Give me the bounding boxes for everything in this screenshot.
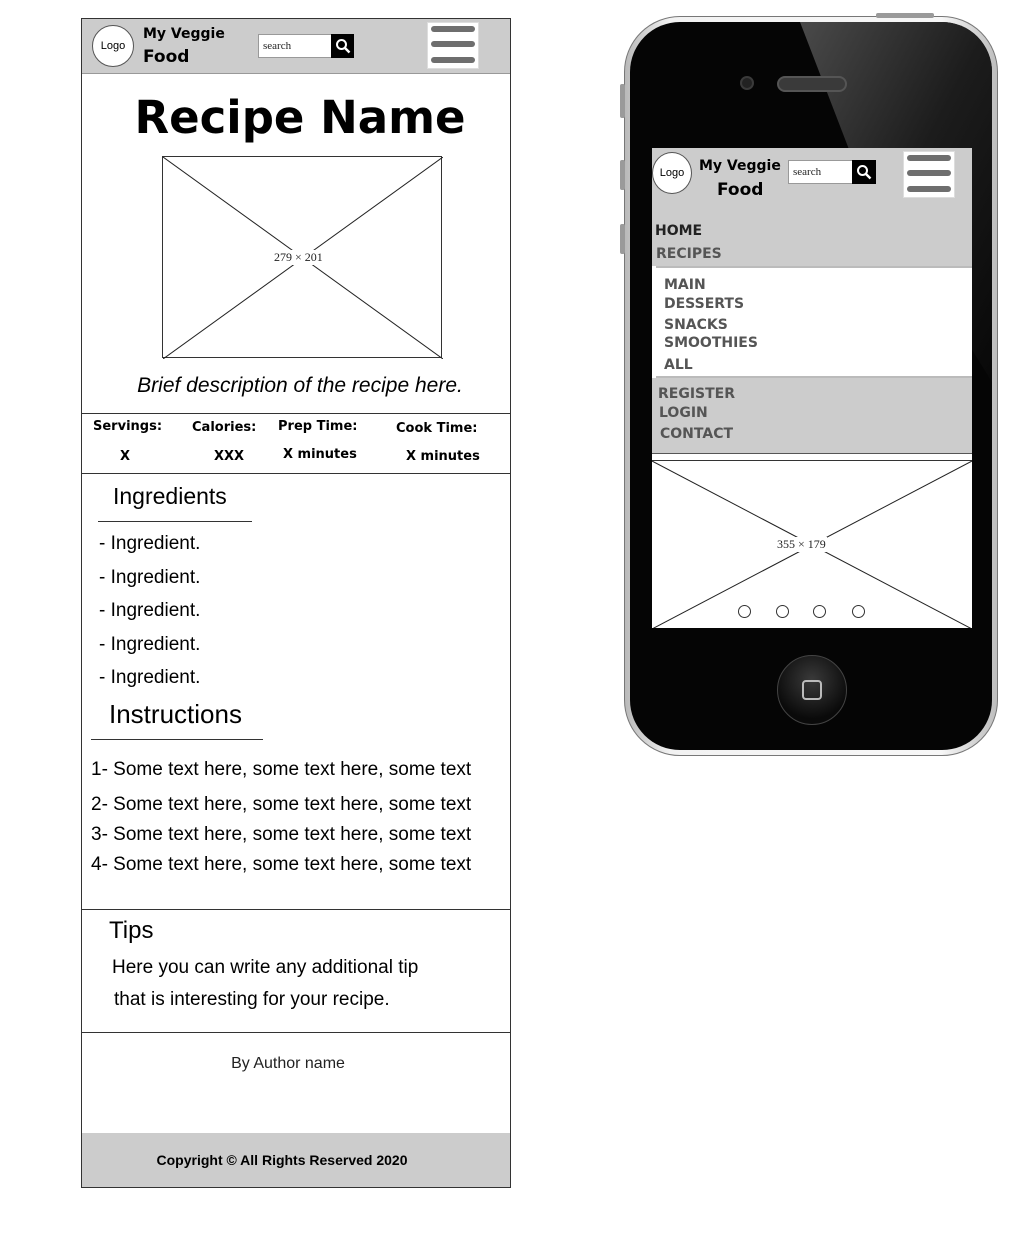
nav-contact[interactable]: CONTACT bbox=[660, 426, 733, 442]
submenu-all[interactable]: ALL bbox=[664, 357, 693, 373]
ingredient-item: - Ingredient. bbox=[99, 634, 201, 655]
footer: Copyright © All Rights Reserved 2020 bbox=[82, 1133, 510, 1187]
nav-login[interactable]: LOGIN bbox=[659, 405, 708, 421]
tips-text-line-1: Here you can write any additional tip bbox=[112, 957, 419, 978]
stat-servings-value: X bbox=[120, 449, 131, 464]
tips-heading: Tips bbox=[109, 917, 154, 944]
mobile-hamburger-menu-icon[interactable] bbox=[903, 151, 955, 198]
brand-line-1: My Veggie bbox=[143, 26, 225, 42]
nav-register[interactable]: REGISTER bbox=[658, 386, 735, 402]
stat-servings-label: Servings: bbox=[93, 419, 163, 434]
recipes-submenu: MAIN DESSERTS SNACKS SMOOTHIES ALL bbox=[656, 266, 972, 378]
nav-recipes[interactable]: RECIPES bbox=[656, 246, 722, 262]
carousel-dot[interactable] bbox=[776, 605, 789, 618]
recipe-title: Recipe Name bbox=[134, 91, 466, 144]
carousel-dot[interactable] bbox=[852, 605, 865, 618]
desktop-header: Logo My Veggie Food search bbox=[82, 19, 510, 74]
search-button[interactable] bbox=[331, 34, 354, 58]
ingredient-item: - Ingredient. bbox=[99, 667, 201, 688]
search-icon bbox=[857, 165, 872, 180]
ingredients-heading: Ingredients bbox=[113, 483, 227, 509]
phone-camera bbox=[740, 76, 754, 90]
mobile-brand-line-1: My Veggie bbox=[699, 158, 781, 174]
instruction-step: 4- Some text here, some text here, some … bbox=[91, 854, 472, 875]
stat-cook-value: X minutes bbox=[406, 449, 480, 464]
stat-calories-label: Calories: bbox=[192, 420, 257, 435]
carousel-dot[interactable] bbox=[813, 605, 826, 618]
stat-cook-label: Cook Time: bbox=[396, 421, 478, 436]
instruction-step: 1- Some text here, some text here, some … bbox=[91, 759, 472, 780]
phone-power-button bbox=[876, 13, 934, 18]
instructions-heading: Instructions bbox=[109, 699, 242, 729]
stat-calories-value: XXX bbox=[214, 449, 245, 464]
image-size-label: 279 × 201 bbox=[273, 250, 324, 265]
author-credit: By Author name bbox=[231, 1055, 345, 1072]
mobile-logo[interactable]: Logo bbox=[652, 152, 692, 194]
nav-home[interactable]: HOME bbox=[655, 223, 702, 239]
ingredient-item: - Ingredient. bbox=[99, 600, 201, 621]
hamburger-menu-icon[interactable] bbox=[427, 22, 479, 69]
mobile-search-input[interactable]: search bbox=[788, 160, 854, 184]
phone-volume-up bbox=[620, 160, 625, 190]
phone-speaker bbox=[777, 76, 847, 92]
carousel-size-label: 355 × 179 bbox=[776, 537, 827, 552]
tips-box: Tips Here you can write any additional t… bbox=[82, 909, 510, 1033]
ingredients-underline bbox=[98, 521, 252, 522]
copyright-text: Copyright © All Rights Reserved 2020 bbox=[156, 1152, 408, 1168]
mobile-carousel: 355 × 179 bbox=[652, 460, 972, 628]
mobile-brand-line-2: Food bbox=[717, 180, 764, 200]
recipe-stats: Servings: Calories: Prep Time: Cook Time… bbox=[82, 413, 510, 474]
mobile-search-button[interactable] bbox=[852, 160, 876, 184]
ingredient-item: - Ingredient. bbox=[99, 567, 201, 588]
recipe-image: 279 × 201 bbox=[162, 156, 443, 359]
carousel-dot[interactable] bbox=[738, 605, 751, 618]
search-icon bbox=[335, 39, 350, 54]
mobile-nav-lower: REGISTER LOGIN CONTACT bbox=[652, 378, 972, 454]
ingredient-item: - Ingredient. bbox=[99, 533, 201, 554]
stat-prep-value: X minutes bbox=[283, 447, 357, 462]
submenu-snacks[interactable]: SNACKS bbox=[664, 317, 728, 333]
search-input[interactable]: search bbox=[258, 34, 332, 58]
phone-home-button[interactable] bbox=[777, 655, 847, 725]
logo[interactable]: Logo bbox=[92, 25, 134, 67]
stat-prep-label: Prep Time: bbox=[278, 419, 358, 434]
tips-text-line-2: that is interesting for your recipe. bbox=[114, 989, 390, 1010]
submenu-main[interactable]: MAIN bbox=[664, 277, 706, 293]
submenu-smoothies[interactable]: SMOOTHIES bbox=[664, 335, 758, 351]
phone-screen: Logo My Veggie Food search HOME RECIPES … bbox=[652, 148, 972, 628]
instructions-underline bbox=[91, 739, 263, 740]
recipe-description: Brief description of the recipe here. bbox=[137, 374, 463, 397]
phone-mute-switch bbox=[620, 84, 625, 118]
brand-line-2: Food bbox=[143, 47, 190, 67]
phone-volume-down bbox=[620, 224, 625, 254]
instruction-step: 2- Some text here, some text here, some … bbox=[91, 794, 472, 815]
home-square-icon bbox=[802, 680, 822, 700]
desktop-wireframe: Logo My Veggie Food search Recipe Name 2… bbox=[81, 18, 511, 1188]
instruction-step: 3- Some text here, some text here, some … bbox=[91, 824, 472, 845]
submenu-desserts[interactable]: DESSERTS bbox=[664, 296, 744, 312]
